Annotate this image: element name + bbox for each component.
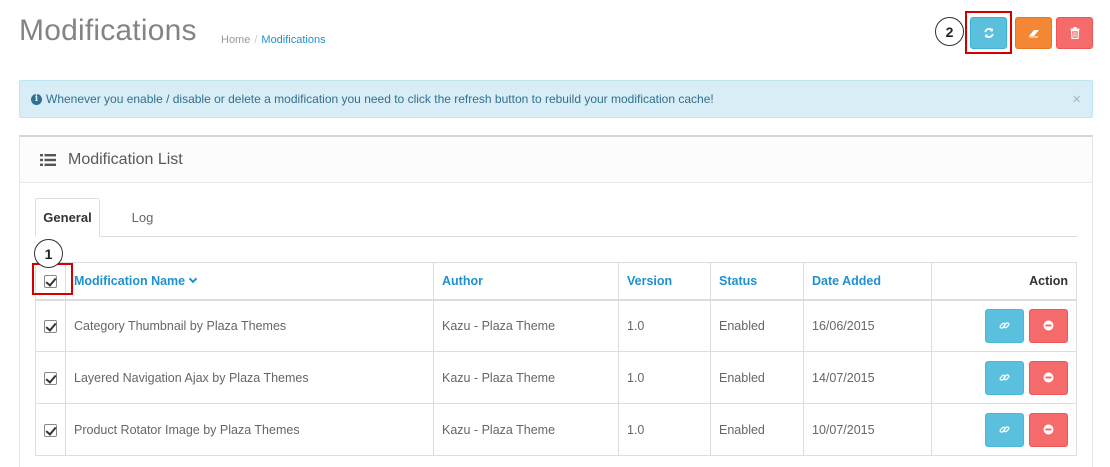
cell-version: 1.0: [618, 403, 711, 456]
cell-name: Product Rotator Image by Plaza Themes: [65, 403, 434, 456]
row-checkbox[interactable]: [44, 319, 57, 333]
sort-chevron-down-icon: [188, 274, 198, 283]
column-header-status[interactable]: Status: [710, 262, 804, 301]
cell-status: Enabled: [710, 351, 804, 404]
table-row: Product Rotator Image by Plaza Themes Ka…: [35, 403, 1077, 456]
breadcrumb-current-link[interactable]: Modifications: [261, 34, 325, 46]
page-title: Modifications: [19, 14, 197, 47]
annotation-callout-2: 2: [935, 17, 964, 46]
link-icon: [999, 322, 1009, 330]
table-header-row: Modification Name Author Version Status …: [35, 262, 1077, 301]
row-checkbox-cell: [35, 299, 66, 352]
cell-date-added: 14/07/2015: [803, 351, 932, 404]
cell-author: Kazu - Plaza Theme: [433, 299, 619, 352]
cell-name: Category Thumbnail by Plaza Themes: [65, 299, 434, 352]
row-checkbox-cell: [35, 351, 66, 404]
tab-bar: General Log: [35, 198, 1077, 237]
minus-circle-icon: [1043, 320, 1054, 331]
cell-date-added: 10/07/2015: [803, 403, 932, 456]
minus-circle-icon: [1043, 372, 1054, 383]
link-button[interactable]: [984, 412, 1024, 447]
cell-version: 1.0: [618, 351, 711, 404]
alert-message: Whenever you enable / disable or delete …: [46, 92, 714, 106]
disable-button[interactable]: [1029, 412, 1068, 447]
table-row: Layered Navigation Ajax by Plaza Themes …: [35, 351, 1077, 404]
table-row: Category Thumbnail by Plaza Themes Kazu …: [35, 299, 1077, 352]
cell-action: [931, 351, 1077, 404]
select-all-cell: [35, 262, 66, 301]
row-checkbox[interactable]: [44, 371, 57, 385]
panel-title: Modification List: [68, 150, 183, 168]
disable-button[interactable]: [1029, 360, 1068, 395]
trash-icon: [1070, 27, 1079, 39]
column-header-name[interactable]: Modification Name: [65, 262, 434, 301]
info-circle-icon: i: [31, 93, 42, 105]
cell-status: Enabled: [710, 299, 804, 352]
refresh-button[interactable]: [970, 17, 1007, 49]
link-icon: [999, 374, 1009, 381]
eraser-icon: [1028, 30, 1039, 38]
modifications-table: Modification Name Author Version Status …: [35, 262, 1077, 456]
panel-heading: Modification List: [20, 137, 1092, 183]
tab-log[interactable]: Log: [115, 198, 170, 237]
column-header-name-label: Modification Name: [74, 273, 186, 288]
breadcrumb: Home / Modifications: [221, 34, 326, 46]
cell-status: Enabled: [710, 403, 804, 456]
breadcrumb-home-link[interactable]: Home: [221, 34, 250, 46]
column-header-author[interactable]: Author: [433, 262, 619, 301]
tab-general[interactable]: General: [35, 198, 100, 237]
select-all-checkbox[interactable]: [44, 274, 57, 288]
cell-action: [931, 403, 1077, 456]
cell-author: Kazu - Plaza Theme: [433, 351, 619, 404]
minus-circle-icon: [1043, 424, 1054, 435]
info-alert: i Whenever you enable / disable or delet…: [19, 80, 1093, 118]
modification-list-panel: Modification List General Log Modificati…: [19, 135, 1093, 467]
link-button[interactable]: [984, 308, 1024, 343]
delete-button[interactable]: [1056, 17, 1093, 49]
list-icon: [40, 153, 56, 166]
breadcrumb-separator: /: [254, 34, 258, 46]
alert-close-icon[interactable]: ×: [1072, 91, 1081, 108]
annotation-callout-1: 1: [34, 239, 63, 268]
link-button[interactable]: [984, 360, 1024, 395]
refresh-icon: [983, 28, 994, 38]
row-checkbox[interactable]: [44, 423, 57, 437]
cell-author: Kazu - Plaza Theme: [433, 403, 619, 456]
column-header-action: Action: [931, 262, 1077, 301]
cell-version: 1.0: [618, 299, 711, 352]
column-header-version[interactable]: Version: [618, 262, 711, 301]
cell-action: [931, 299, 1077, 352]
row-checkbox-cell: [35, 403, 66, 456]
cell-name: Layered Navigation Ajax by Plaza Themes: [65, 351, 434, 404]
clear-button[interactable]: [1015, 17, 1052, 49]
link-icon: [999, 426, 1009, 433]
column-header-date-added[interactable]: Date Added: [803, 262, 932, 301]
cell-date-added: 16/06/2015: [803, 299, 932, 352]
disable-button[interactable]: [1029, 308, 1068, 343]
